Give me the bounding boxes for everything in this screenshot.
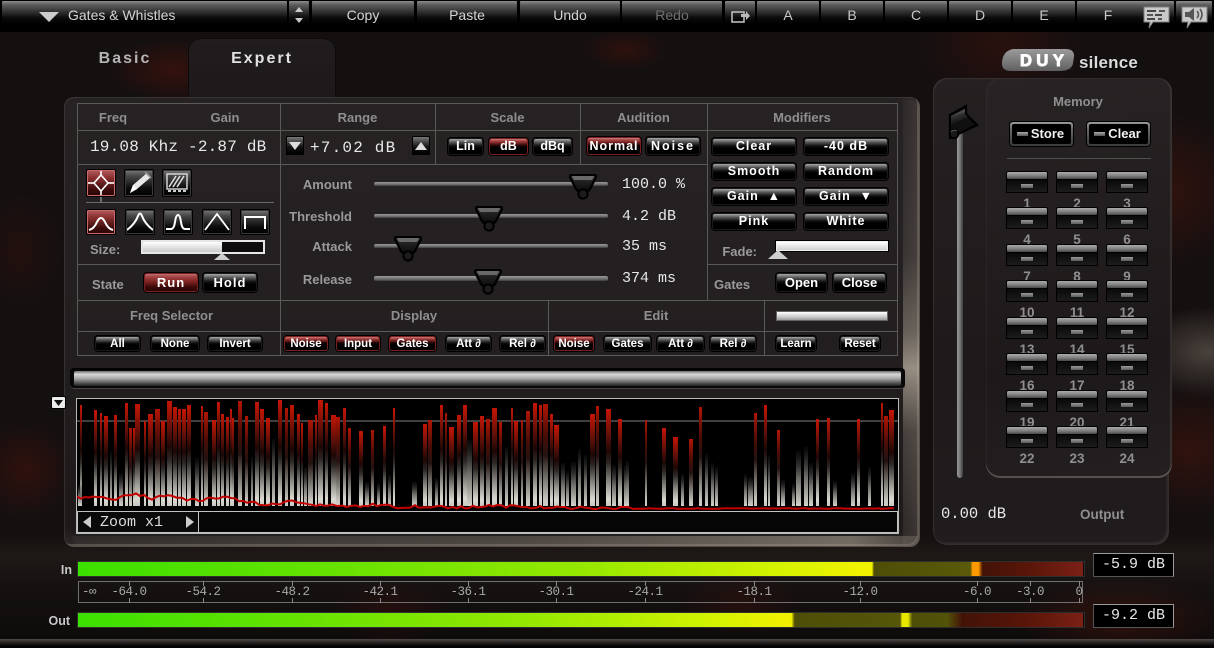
svg-text:DUY: DUY (1020, 52, 1068, 70)
